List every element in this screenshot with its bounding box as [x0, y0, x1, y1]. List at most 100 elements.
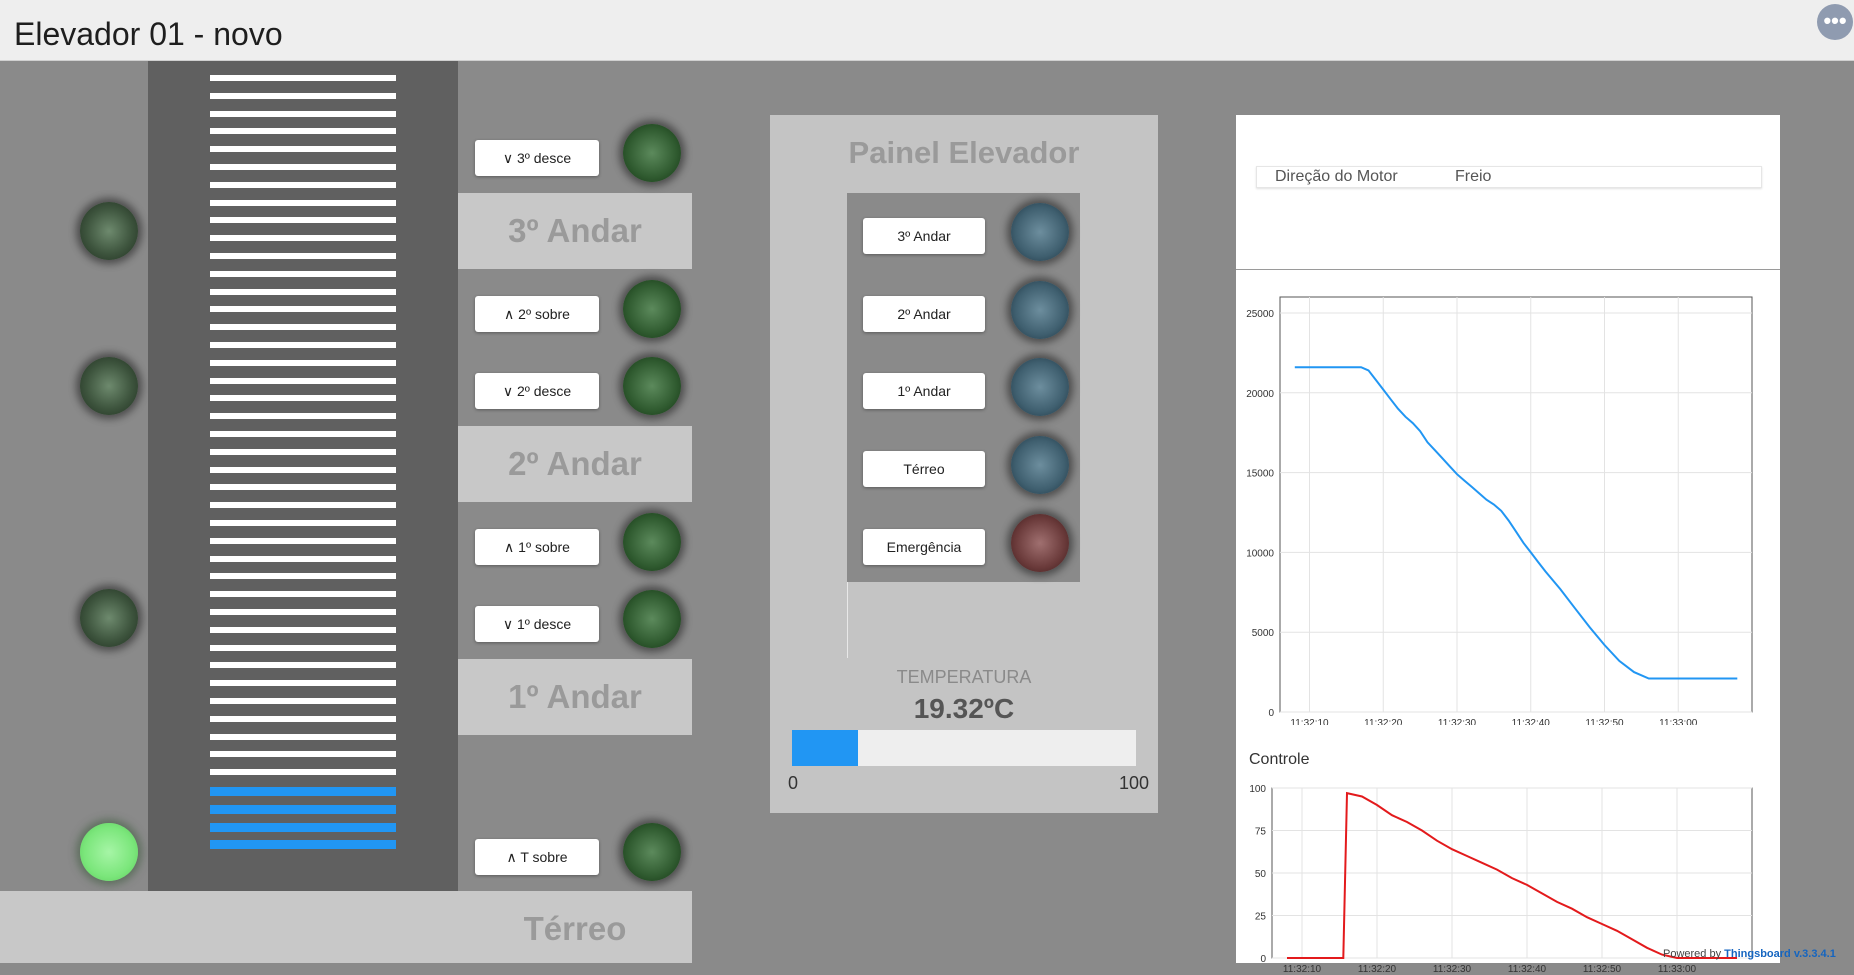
y-tick-label: 15000: [1246, 469, 1274, 480]
shaft-bar: [210, 146, 396, 153]
floor-3-indicator-lamp: [80, 202, 138, 260]
panel-ground-lamp: [1011, 436, 1069, 494]
footer: Powered by Thingsboard v.3.3.4.1: [1663, 948, 1836, 960]
panel-floor-3-lamp: [1011, 203, 1069, 261]
call-3-down-lamp: [623, 124, 681, 182]
shaft-bar: [210, 235, 396, 242]
floor-indicator-column: [0, 61, 148, 891]
shaft-bar-filled: [210, 787, 396, 796]
shaft-bar: [210, 484, 396, 491]
x-tick-label: 11:33:00: [1659, 718, 1698, 725]
y-tick-label: 75: [1255, 827, 1267, 838]
shaft-bar: [210, 306, 396, 313]
shaft-bar: [210, 217, 396, 224]
shaft-bar-filled: [210, 840, 396, 850]
shaft-bar: [210, 502, 396, 509]
panel-emergency-button[interactable]: Emergência: [863, 529, 985, 565]
shaft-bar-filled: [210, 822, 396, 832]
x-tick-label: 11:32:50: [1585, 718, 1624, 725]
temperature-value: 19.32ºC: [913, 693, 1015, 724]
panel-floor-1-lamp: [1011, 358, 1069, 416]
y-tick-label: 100: [1249, 784, 1266, 795]
call-t-up-button[interactable]: ∧ T sobre: [475, 839, 599, 875]
shaft-bar: [210, 128, 396, 135]
floor-label-3: 3º Andar: [458, 193, 692, 269]
shaft-bar: [210, 288, 396, 295]
shaft-bar: [210, 253, 396, 259]
x-tick-label: 11:32:40: [1512, 718, 1551, 725]
shaft-bar: [210, 324, 396, 331]
call-2-up-button[interactable]: ∧ 2º sobre: [475, 296, 599, 332]
shaft-bar: [210, 359, 396, 366]
shaft-bar: [210, 164, 396, 170]
shaft-bar: [210, 733, 396, 740]
y-tick-label: 10000: [1246, 548, 1274, 559]
elevator-panel: Painel Elevador 3º Andar 2º Andar 1º And…: [770, 115, 1158, 813]
shaft-bar: [210, 431, 396, 437]
call-2-down-button[interactable]: ∨ 2º desce: [475, 373, 599, 409]
powered-by-label: Powered by: [1663, 948, 1722, 960]
panel-divider: [847, 582, 848, 658]
temperature-label: TEMPERATURA: [896, 667, 1032, 687]
ground-floor-strip: Térreo: [0, 891, 692, 963]
control-chart-title: Controle: [1249, 751, 1310, 768]
shaft-bar: [210, 110, 396, 117]
shaft-bar: [210, 466, 396, 473]
shaft-bar: [210, 448, 396, 455]
more-horiz-icon[interactable]: •••: [1817, 4, 1853, 40]
temperature-bar-fill: [792, 730, 859, 766]
y-tick-label: 5000: [1252, 628, 1275, 639]
shaft-bar: [210, 270, 396, 277]
shaft-bar: [210, 555, 396, 562]
panel-floor-2-lamp: [1011, 281, 1069, 339]
floor-2-indicator-lamp: [80, 357, 138, 415]
panel-floor-1-button[interactable]: 1º Andar: [863, 373, 985, 409]
panel-floor-2-button[interactable]: 2º Andar: [863, 296, 985, 332]
shaft-bar-filled: [210, 804, 396, 814]
y-tick-label: 20000: [1246, 389, 1274, 400]
dashboard-title: Elevador 01 - novo: [14, 16, 283, 52]
plot-area: [1279, 296, 1753, 713]
call-3-down-button[interactable]: ∨ 3º desce: [475, 140, 599, 176]
floor-1-indicator-lamp: [80, 589, 138, 647]
x-tick-label: 11:32:30: [1433, 964, 1472, 975]
shaft-bar: [210, 413, 396, 420]
shaft-bar: [210, 698, 396, 704]
y-tick-label: 50: [1255, 869, 1267, 880]
call-1-up-lamp: [623, 513, 681, 571]
floor-label-1: 1º Andar: [458, 659, 692, 735]
panel-title: Painel Elevador: [848, 135, 1080, 170]
y-tick-label: 0: [1260, 954, 1266, 965]
x-tick-label: 11:33:00: [1658, 964, 1697, 975]
floor-t-indicator-lamp: [80, 823, 138, 881]
shaft-bar: [210, 520, 396, 526]
shaft-bar: [210, 181, 396, 188]
shaft-bar: [210, 769, 396, 776]
shaft-bar: [210, 395, 396, 402]
x-tick-label: 11:32:10: [1290, 718, 1329, 725]
call-1-down-button[interactable]: ∨ 1º desce: [475, 606, 599, 642]
brake-label: Freio: [1455, 168, 1492, 185]
panel-floor-3-button[interactable]: 3º Andar: [863, 218, 985, 254]
panel-emergency-lamp: [1011, 514, 1069, 572]
panel-buttons-area: 3º Andar 2º Andar 1º Andar Térreo Emergê…: [847, 193, 1080, 582]
panel-ground-button[interactable]: Térreo: [863, 451, 985, 487]
call-1-down-lamp: [623, 590, 681, 648]
call-2-down-lamp: [623, 357, 681, 415]
charts-card: Direção do Motor Freio 0 5000 10000 15000 20…: [1236, 115, 1780, 975]
shaft-bar: [210, 751, 396, 758]
temperature-max: 100: [1119, 773, 1150, 793]
call-1-up-button[interactable]: ∧ 1º sobre: [475, 529, 599, 565]
shaft-bar: [210, 199, 396, 206]
control-chart: 0 25 50 75 100 11:32:10 11:32:20 11:32:30 11:32:…: [1249, 784, 1753, 975]
shaft-bar: [210, 644, 396, 651]
temperature-min: 0: [788, 773, 799, 793]
y-tick-label: 25000: [1246, 309, 1274, 320]
shaft-bar: [210, 573, 396, 580]
shaft-bar: [210, 75, 396, 81]
brand-link[interactable]: Thingsboard v.3.3.4.1: [1724, 948, 1836, 960]
floor-label-t: Térreo: [523, 910, 627, 947]
shaft-bar: [210, 715, 396, 722]
temperature-bar: [792, 730, 1136, 766]
call-t-up-lamp: [623, 823, 681, 881]
